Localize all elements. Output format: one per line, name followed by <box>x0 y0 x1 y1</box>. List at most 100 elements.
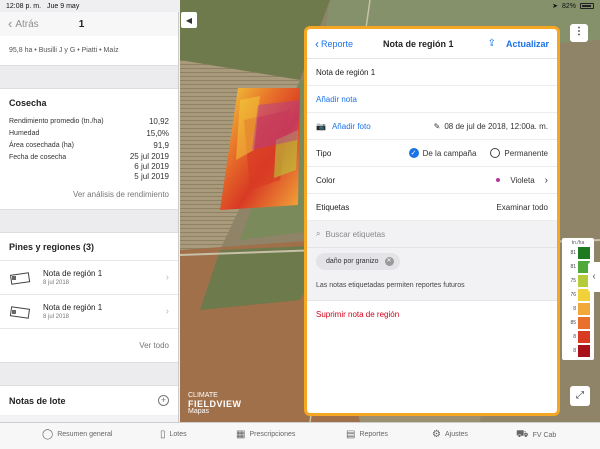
color-row[interactable]: Color Violeta › <box>307 167 557 194</box>
stat-row: Humedad 15,0% <box>9 129 169 138</box>
chevron-right-icon: › <box>544 174 548 186</box>
add-note-button[interactable]: + <box>158 395 169 406</box>
tab-settings[interactable]: ⚙ Ajustes <box>432 429 468 440</box>
share-icon[interactable]: ⇪ <box>488 38 496 49</box>
pins-heading: Pines y regiones (3) <box>9 242 95 252</box>
yield-analysis-link[interactable]: Ver análisis de rendimiento <box>0 182 178 209</box>
type-label: Tipo <box>316 148 332 158</box>
region-note-icon <box>9 271 31 285</box>
legend-value: 81 <box>570 264 576 270</box>
left-nav-bar: ‹ Atrás 1 <box>0 12 178 36</box>
add-photo-link[interactable]: Añadir foto <box>332 122 371 131</box>
view-all-link[interactable]: Ver todo <box>0 328 178 362</box>
back-button[interactable]: ‹ Atrás <box>8 16 39 31</box>
radio-campaign[interactable]: ✓ <box>408 148 419 158</box>
tab-prescriptions[interactable]: ▦ Prescripciones <box>236 429 295 440</box>
lot-notes-heading: Notas de lote <box>9 395 66 406</box>
browse-all-link[interactable]: Examinar todo <box>496 203 548 212</box>
location-icon: ➤ <box>552 3 558 10</box>
note-name-field[interactable]: Nota de región 1 <box>307 59 557 86</box>
legend-swatch-row: 85 <box>564 316 592 330</box>
color-label: Color <box>316 175 336 185</box>
chevron-left-icon: ‹ <box>315 36 319 51</box>
tag-chip[interactable]: daño por granizo ✕ <box>316 253 400 270</box>
stat-row: Rendimiento promedio (tn./ha) 10,92 <box>9 117 169 126</box>
tab-fields[interactable]: ▯ Lotes <box>160 429 187 440</box>
lot-notes-row: Notas de lote + <box>0 385 178 415</box>
legend-swatch-row: 81 <box>564 246 592 260</box>
tab-fv-cab[interactable]: ⛟ FV Cab <box>516 429 556 442</box>
battery-icon <box>580 3 594 9</box>
report-icon: ▤ <box>346 429 356 440</box>
date-picker[interactable]: ✎ 08 de jul de 2018, 12:00a. m. <box>434 122 548 131</box>
tags-hint: Las notas etiquetadas permiten reportes … <box>307 278 557 301</box>
remove-tag-icon[interactable]: ✕ <box>384 257 394 266</box>
search-icon: ⌕ <box>316 229 321 238</box>
pin-title: Nota de región 1 <box>43 269 103 278</box>
status-time: 12:08 p. m. <box>6 2 42 10</box>
legend-swatch-row: 8 <box>564 302 592 316</box>
legend-swatch-row: 8 <box>564 330 592 344</box>
pin-list-item[interactable]: Nota de región 1 8 jul 2018 › <box>0 260 178 294</box>
field-title: 1 <box>78 18 85 30</box>
legend-color-swatch <box>578 247 590 259</box>
tag-search-input[interactable]: ⌕ Buscar etiquetas <box>307 221 557 248</box>
tag-chip-label: daño por granizo <box>326 258 379 265</box>
harvest-dates-row: Fecha de cosecha 25 jul 2019 6 jul 2019 … <box>0 152 178 182</box>
more-options-icon[interactable]: ⋮ <box>570 24 588 42</box>
update-button[interactable]: Actualizar <box>506 39 549 49</box>
popover-title: Nota de región 1 <box>383 38 454 49</box>
legend-value: 81 <box>570 250 576 256</box>
field-info: 95,8 ha • Busilli J y G • Piatti • Maíz <box>0 36 178 66</box>
pin-date: 8 jul 2018 <box>43 280 70 286</box>
harvest-dates-label: Fecha de cosecha <box>9 154 67 161</box>
harvest-heading: Cosecha <box>9 98 47 108</box>
stat-row: Área cosechada (ha) 91,9 <box>9 141 169 150</box>
tags-row: Etiquetas Examinar todo <box>307 194 557 221</box>
tag-chips: daño por granizo ✕ <box>307 248 557 278</box>
back-label: Atrás <box>15 18 39 30</box>
camera-icon[interactable]: 📷 <box>316 122 326 131</box>
report-back-button[interactable]: ‹ Reporte <box>315 37 353 51</box>
tractor-icon: ⛟ <box>516 429 529 440</box>
pin-date: 8 jul 2018 <box>43 314 70 320</box>
search-placeholder: Buscar etiquetas <box>325 229 386 239</box>
collapse-panel-button[interactable]: ◀ <box>181 12 197 28</box>
popover-nav-bar: ‹ Reporte Nota de región 1 ⇪ Actualizar <box>307 29 557 59</box>
harvest-date: 25 jul 2019 <box>129 152 169 161</box>
legend-value: 8 <box>573 348 576 354</box>
color-swatch <box>496 178 501 182</box>
add-note-link[interactable]: Añadir nota <box>316 95 357 104</box>
legend-value: 8 <box>573 306 576 312</box>
legend-color-swatch <box>578 317 590 329</box>
field-icon: ▯ <box>160 429 166 440</box>
status-bar: 12:08 p. m. Jue 9 may ➤ 82% <box>0 0 600 12</box>
delete-note-button[interactable]: Suprimir nota de región <box>307 301 557 328</box>
tags-label: Etiquetas <box>316 202 350 212</box>
radio-permanent[interactable] <box>490 148 501 158</box>
battery-percent: 82% <box>561 2 576 10</box>
type-option-campaign: De la campaña <box>422 148 477 158</box>
pencil-icon: ✎ <box>433 121 441 131</box>
legend-color-swatch <box>578 303 590 315</box>
type-row: Tipo ✓ De la campaña Permanente <box>307 140 557 167</box>
region-note-popover: ‹ Reporte Nota de región 1 ⇪ Actualizar … <box>304 26 560 416</box>
circle-icon: ◯ <box>42 429 54 440</box>
photo-date-row: 📷 Añadir foto ✎ 08 de jul de 2018, 12:00… <box>307 113 557 140</box>
add-note-row[interactable]: Añadir nota <box>307 86 557 113</box>
tab-bar: ◯ Resumen general ▯ Lotes ▦ Prescripcion… <box>0 422 600 449</box>
chevron-left-icon: ‹ <box>8 16 13 31</box>
legend-swatch-row: 8 <box>564 344 592 358</box>
legend-value: 8 <box>573 334 576 340</box>
yield-legend: tn./ha 81 81 75 76 8 85 8 8 <box>562 238 594 360</box>
type-option-permanent: Permanente <box>504 148 548 158</box>
tab-reports[interactable]: ▤ Reportes <box>346 429 388 440</box>
tab-overview[interactable]: ◯ Resumen general <box>42 429 112 440</box>
note-name-value: Nota de región 1 <box>316 67 376 77</box>
report-back-label: Reporte <box>321 38 354 49</box>
side-panel-arrow[interactable]: ‹ <box>588 262 600 292</box>
pin-list-item[interactable]: Nota de región 1 8 jul 2018 › <box>0 294 178 328</box>
chevron-right-icon: › <box>165 306 169 317</box>
legend-value: 75 <box>570 278 576 284</box>
expand-map-icon[interactable]: ⤢ <box>570 386 590 406</box>
